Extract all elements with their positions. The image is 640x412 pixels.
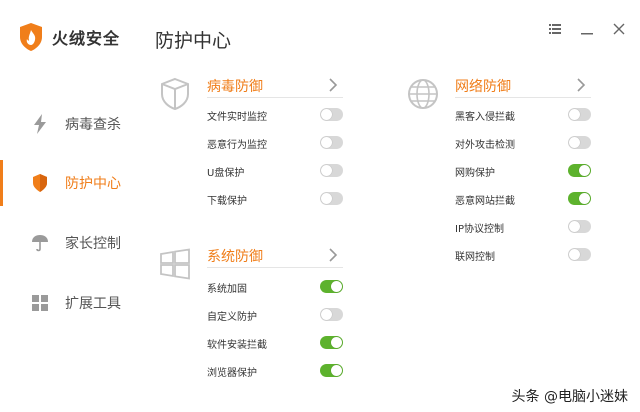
list-item: 恶意行为监控 (207, 133, 343, 153)
list-item: 网购保护 (455, 161, 591, 181)
setting-label: 对外攻击检测 (455, 139, 515, 151)
sidebar-item-virus-scan[interactable]: 病毒查杀 (0, 101, 130, 147)
sidebar-item-extension-tools[interactable]: 扩展工具 (0, 280, 130, 326)
umbrella-icon (30, 233, 50, 253)
page-title: 防护中心 (155, 30, 232, 52)
sidebar-item-label: 家长控制 (65, 236, 121, 252)
toggle-knob (321, 309, 332, 320)
setting-label: IP协议控制 (455, 223, 504, 235)
list-item: 浏览器保护 (207, 361, 343, 381)
grid-icon (30, 293, 50, 313)
globe-icon (408, 79, 438, 109)
toggle-switch[interactable] (568, 192, 591, 205)
list-item: 恶意网站拦截 (455, 189, 591, 209)
section-network-defense: 网络防御 黑客入侵拦截 对外攻击检测 网购保护 恶意网站拦截 IP协议控制 联网… (405, 76, 595, 276)
toggle-switch[interactable] (568, 108, 591, 121)
list-item: 自定义防护 (207, 305, 343, 325)
sidebar-item-label: 扩展工具 (65, 296, 121, 312)
setting-label: 下载保护 (207, 195, 247, 207)
toggle-knob (569, 137, 580, 148)
lightning-icon (30, 114, 50, 134)
list-item: 软件安装拦截 (207, 333, 343, 353)
toggle-knob (321, 193, 332, 204)
sidebar: 火绒安全 病毒查杀 防护中心 家长控制 扩展工具 (0, 0, 130, 412)
toggle-switch[interactable] (320, 108, 343, 121)
menu-icon[interactable] (548, 22, 562, 36)
toggle-knob (331, 365, 342, 376)
toggle-switch[interactable] (320, 308, 343, 321)
toggle-switch[interactable] (568, 220, 591, 233)
setting-label: 系统加固 (207, 283, 247, 295)
section-header[interactable]: 病毒防御 (207, 76, 343, 98)
section-header[interactable]: 网络防御 (455, 76, 591, 98)
list-item: 联网控制 (455, 245, 591, 265)
toggle-switch[interactable] (320, 136, 343, 149)
list-item: 系统加固 (207, 277, 343, 297)
list-item: IP协议控制 (455, 217, 591, 237)
toggle-knob (569, 109, 580, 120)
list-item: 下载保护 (207, 189, 343, 209)
setting-label: 黑客入侵拦截 (455, 111, 515, 123)
sidebar-item-parental-control[interactable]: 家长控制 (0, 220, 130, 266)
flame-shield-icon (20, 23, 42, 51)
watermark-text: 头条 @电脑小迷妹 (511, 389, 628, 405)
shield-icon (30, 173, 50, 193)
section-system-defense: 系统防御 系统加固 自定义防护 软件安装拦截 浏览器保护 (157, 246, 347, 386)
toggle-knob (569, 249, 580, 260)
list-item: 文件实时监控 (207, 105, 343, 125)
section-title: 网络防御 (455, 79, 511, 95)
toggle-knob (321, 137, 332, 148)
toggle-knob (321, 109, 332, 120)
sidebar-item-label: 病毒查杀 (65, 117, 121, 133)
setting-label: 文件实时监控 (207, 111, 267, 123)
toggle-knob (579, 193, 590, 204)
setting-label: 网购保护 (455, 167, 495, 179)
chevron-right-icon[interactable] (327, 248, 339, 262)
close-icon[interactable] (612, 22, 626, 36)
section-title: 病毒防御 (207, 79, 263, 95)
toggle-knob (321, 165, 332, 176)
toggle-switch[interactable] (568, 164, 591, 177)
windows-icon (160, 248, 190, 280)
section-virus-defense: 病毒防御 文件实时监控 恶意行为监控 U盘保护 下载保护 (157, 76, 347, 216)
toggle-knob (569, 221, 580, 232)
toggle-switch[interactable] (320, 280, 343, 293)
toggle-switch[interactable] (320, 364, 343, 377)
toggle-switch[interactable] (568, 136, 591, 149)
setting-label: U盘保护 (207, 167, 245, 179)
toggle-knob (579, 165, 590, 176)
section-header[interactable]: 系统防御 (207, 246, 343, 268)
window-controls (548, 22, 626, 36)
sidebar-item-protection-center[interactable]: 防护中心 (0, 160, 130, 206)
list-item: 黑客入侵拦截 (455, 105, 591, 125)
shield-outline-icon (161, 77, 189, 111)
app-name: 火绒安全 (52, 29, 121, 48)
app-logo: 火绒安全 (18, 22, 120, 52)
toggle-switch[interactable] (568, 248, 591, 261)
setting-label: 联网控制 (455, 251, 495, 263)
toggle-switch[interactable] (320, 164, 343, 177)
minimize-icon[interactable] (580, 22, 594, 36)
list-item: U盘保护 (207, 161, 343, 181)
sidebar-item-label: 防护中心 (65, 176, 121, 192)
setting-label: 浏览器保护 (207, 367, 257, 379)
toggle-knob (331, 337, 342, 348)
toggle-switch[interactable] (320, 336, 343, 349)
setting-label: 软件安装拦截 (207, 339, 267, 351)
chevron-right-icon[interactable] (327, 78, 339, 92)
section-title: 系统防御 (207, 249, 263, 265)
chevron-right-icon[interactable] (575, 78, 587, 92)
toggle-knob (331, 281, 342, 292)
list-item: 对外攻击检测 (455, 133, 591, 153)
setting-label: 恶意行为监控 (207, 139, 267, 151)
setting-label: 恶意网站拦截 (455, 195, 515, 207)
setting-label: 自定义防护 (207, 311, 257, 323)
toggle-switch[interactable] (320, 192, 343, 205)
